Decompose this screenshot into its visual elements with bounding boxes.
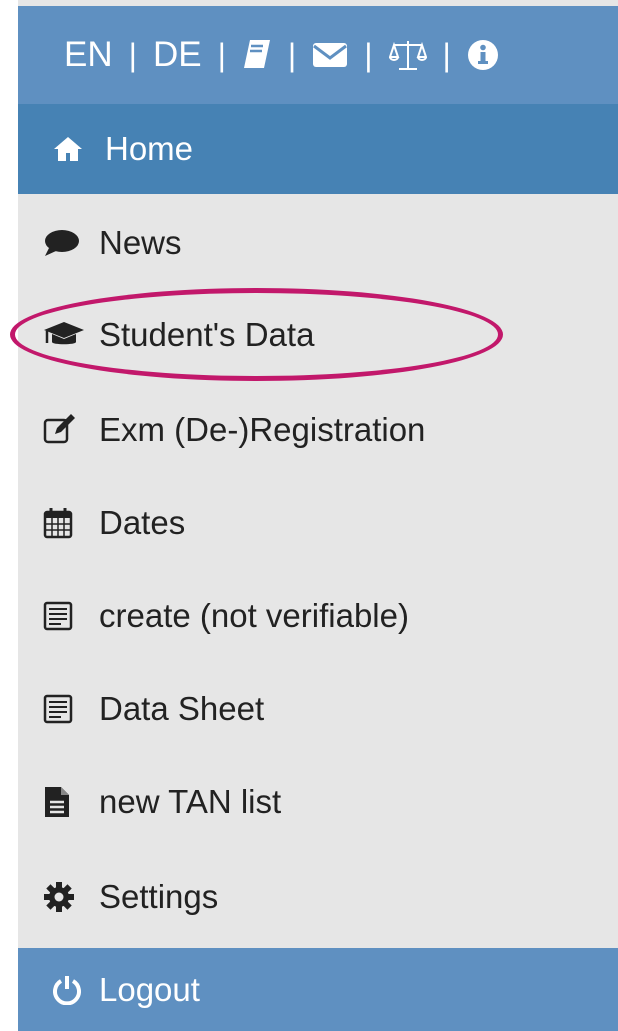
- separator: |: [217, 36, 226, 73]
- list-document-icon: [43, 691, 89, 727]
- info-icon[interactable]: [467, 39, 499, 71]
- nav-item-dates[interactable]: Dates: [18, 477, 618, 569]
- nav-item-label: Exm (De-)Registration: [99, 411, 426, 448]
- nav-item-settings[interactable]: Settings: [18, 851, 618, 943]
- edit-icon: [43, 412, 89, 448]
- file-text-icon: [43, 784, 89, 820]
- list-document-icon: [43, 598, 89, 634]
- separator: |: [442, 36, 451, 73]
- top-toolbar: EN | DE | | | |: [18, 6, 618, 104]
- power-icon: [53, 972, 83, 1008]
- logout-label: Logout: [99, 970, 200, 1008]
- nav-item-home[interactable]: Home: [18, 104, 618, 194]
- nav-item-label: create (not verifiable): [99, 597, 409, 634]
- home-icon: [53, 131, 89, 167]
- separator: |: [128, 36, 137, 73]
- cog-icon: [43, 879, 89, 915]
- nav-item-label: Settings: [99, 878, 219, 915]
- nav-item-tan-list[interactable]: new TAN list: [18, 756, 618, 848]
- language-de-link[interactable]: DE: [153, 35, 202, 75]
- comment-icon: [43, 225, 89, 261]
- nav-item-students-data[interactable]: Student's Data: [18, 289, 618, 381]
- book-icon[interactable]: [242, 38, 272, 72]
- separator: |: [287, 36, 297, 73]
- nav-item-news[interactable]: News: [18, 197, 618, 289]
- separator: |: [364, 36, 373, 73]
- sidebar-menu: EN | DE | | | | Home News Student's Data…: [18, 0, 618, 1031]
- nav-item-data-sheet[interactable]: Data Sheet: [18, 663, 618, 755]
- calendar-icon: [43, 505, 89, 541]
- graduation-cap-icon: [43, 317, 89, 353]
- logout-button[interactable]: Logout: [18, 948, 618, 1031]
- language-en-link[interactable]: EN: [64, 35, 113, 75]
- nav-item-label: Dates: [99, 504, 186, 541]
- nav-item-label: Home: [105, 130, 194, 167]
- nav-item-label: News: [99, 224, 182, 261]
- nav-item-label: new TAN list: [99, 783, 282, 820]
- nav-item-label: Student's Data: [99, 316, 315, 353]
- nav-item-exam-registration[interactable]: Exm (De-)Registration: [18, 384, 618, 476]
- nav-item-label: Data Sheet: [99, 690, 265, 727]
- balance-scale-icon[interactable]: [388, 38, 427, 72]
- nav-item-create[interactable]: create (not verifiable): [18, 570, 618, 662]
- envelope-icon[interactable]: [312, 41, 348, 69]
